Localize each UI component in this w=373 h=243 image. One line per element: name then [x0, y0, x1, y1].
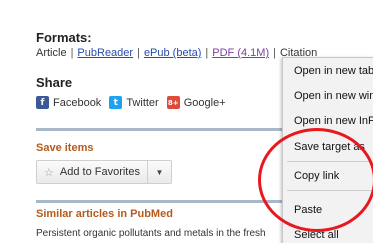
format-pubreader-link[interactable]: PubReader — [77, 47, 133, 59]
similar-article-link[interactable]: Persistent organic pollutants and metals… — [36, 228, 296, 238]
format-pdf-link[interactable]: PDF (4.1M) — [212, 47, 269, 59]
twitter-icon: t — [109, 96, 123, 109]
favorites-button-group: ☆ Add to Favorites ▼ — [36, 160, 172, 184]
share-twitter[interactable]: t Twitter — [109, 96, 159, 109]
share-heading: Share — [36, 75, 73, 90]
context-menu: Open in new tab Open in new window Open … — [282, 57, 373, 243]
add-to-favorites-label: Add to Favorites — [59, 166, 140, 178]
share-twitter-label: Twitter — [126, 96, 159, 109]
similar-articles-heading: Similar articles in PubMed — [36, 208, 173, 220]
facebook-icon: f — [36, 96, 49, 109]
menu-separator — [287, 190, 373, 191]
googleplus-icon: 8+ — [166, 96, 180, 109]
page: Formats: Article | PubReader | ePub (beta) | P… — [0, 0, 373, 243]
favorites-dropdown-button[interactable]: ▼ — [148, 160, 172, 184]
menu-open-new-tab[interactable]: Open in new tab — [283, 62, 373, 80]
menu-open-new-window[interactable]: Open in new window — [283, 87, 373, 105]
share-googleplus-label: Google+ — [183, 96, 226, 109]
format-article: Article — [36, 47, 67, 59]
add-to-favorites-button[interactable]: ☆ Add to Favorites — [36, 160, 148, 184]
formats-heading: Formats: — [36, 30, 92, 45]
menu-separator — [287, 161, 373, 162]
star-icon: ☆ — [44, 166, 54, 179]
share-facebook[interactable]: f Facebook — [36, 96, 101, 109]
menu-save-target-as[interactable]: Save target as — [283, 138, 373, 156]
chevron-down-icon: ▼ — [155, 167, 164, 177]
menu-copy-link[interactable]: Copy link — [283, 167, 373, 185]
save-items-heading: Save items — [36, 142, 94, 154]
formats-links: Article | PubReader | ePub (beta) | PDF (4.1M)… — [36, 47, 318, 59]
menu-paste[interactable]: Paste — [283, 201, 373, 219]
share-googleplus[interactable]: 8+ Google+ — [166, 96, 226, 109]
menu-select-all[interactable]: Select all — [283, 226, 373, 243]
share-buttons: f Facebook t Twitter 8+ Google+ — [36, 96, 234, 109]
share-facebook-label: Facebook — [53, 96, 102, 109]
menu-open-inprivate-window[interactable]: Open in new InPrivate window — [283, 112, 373, 130]
format-epub-link[interactable]: ePub (beta) — [144, 47, 201, 59]
